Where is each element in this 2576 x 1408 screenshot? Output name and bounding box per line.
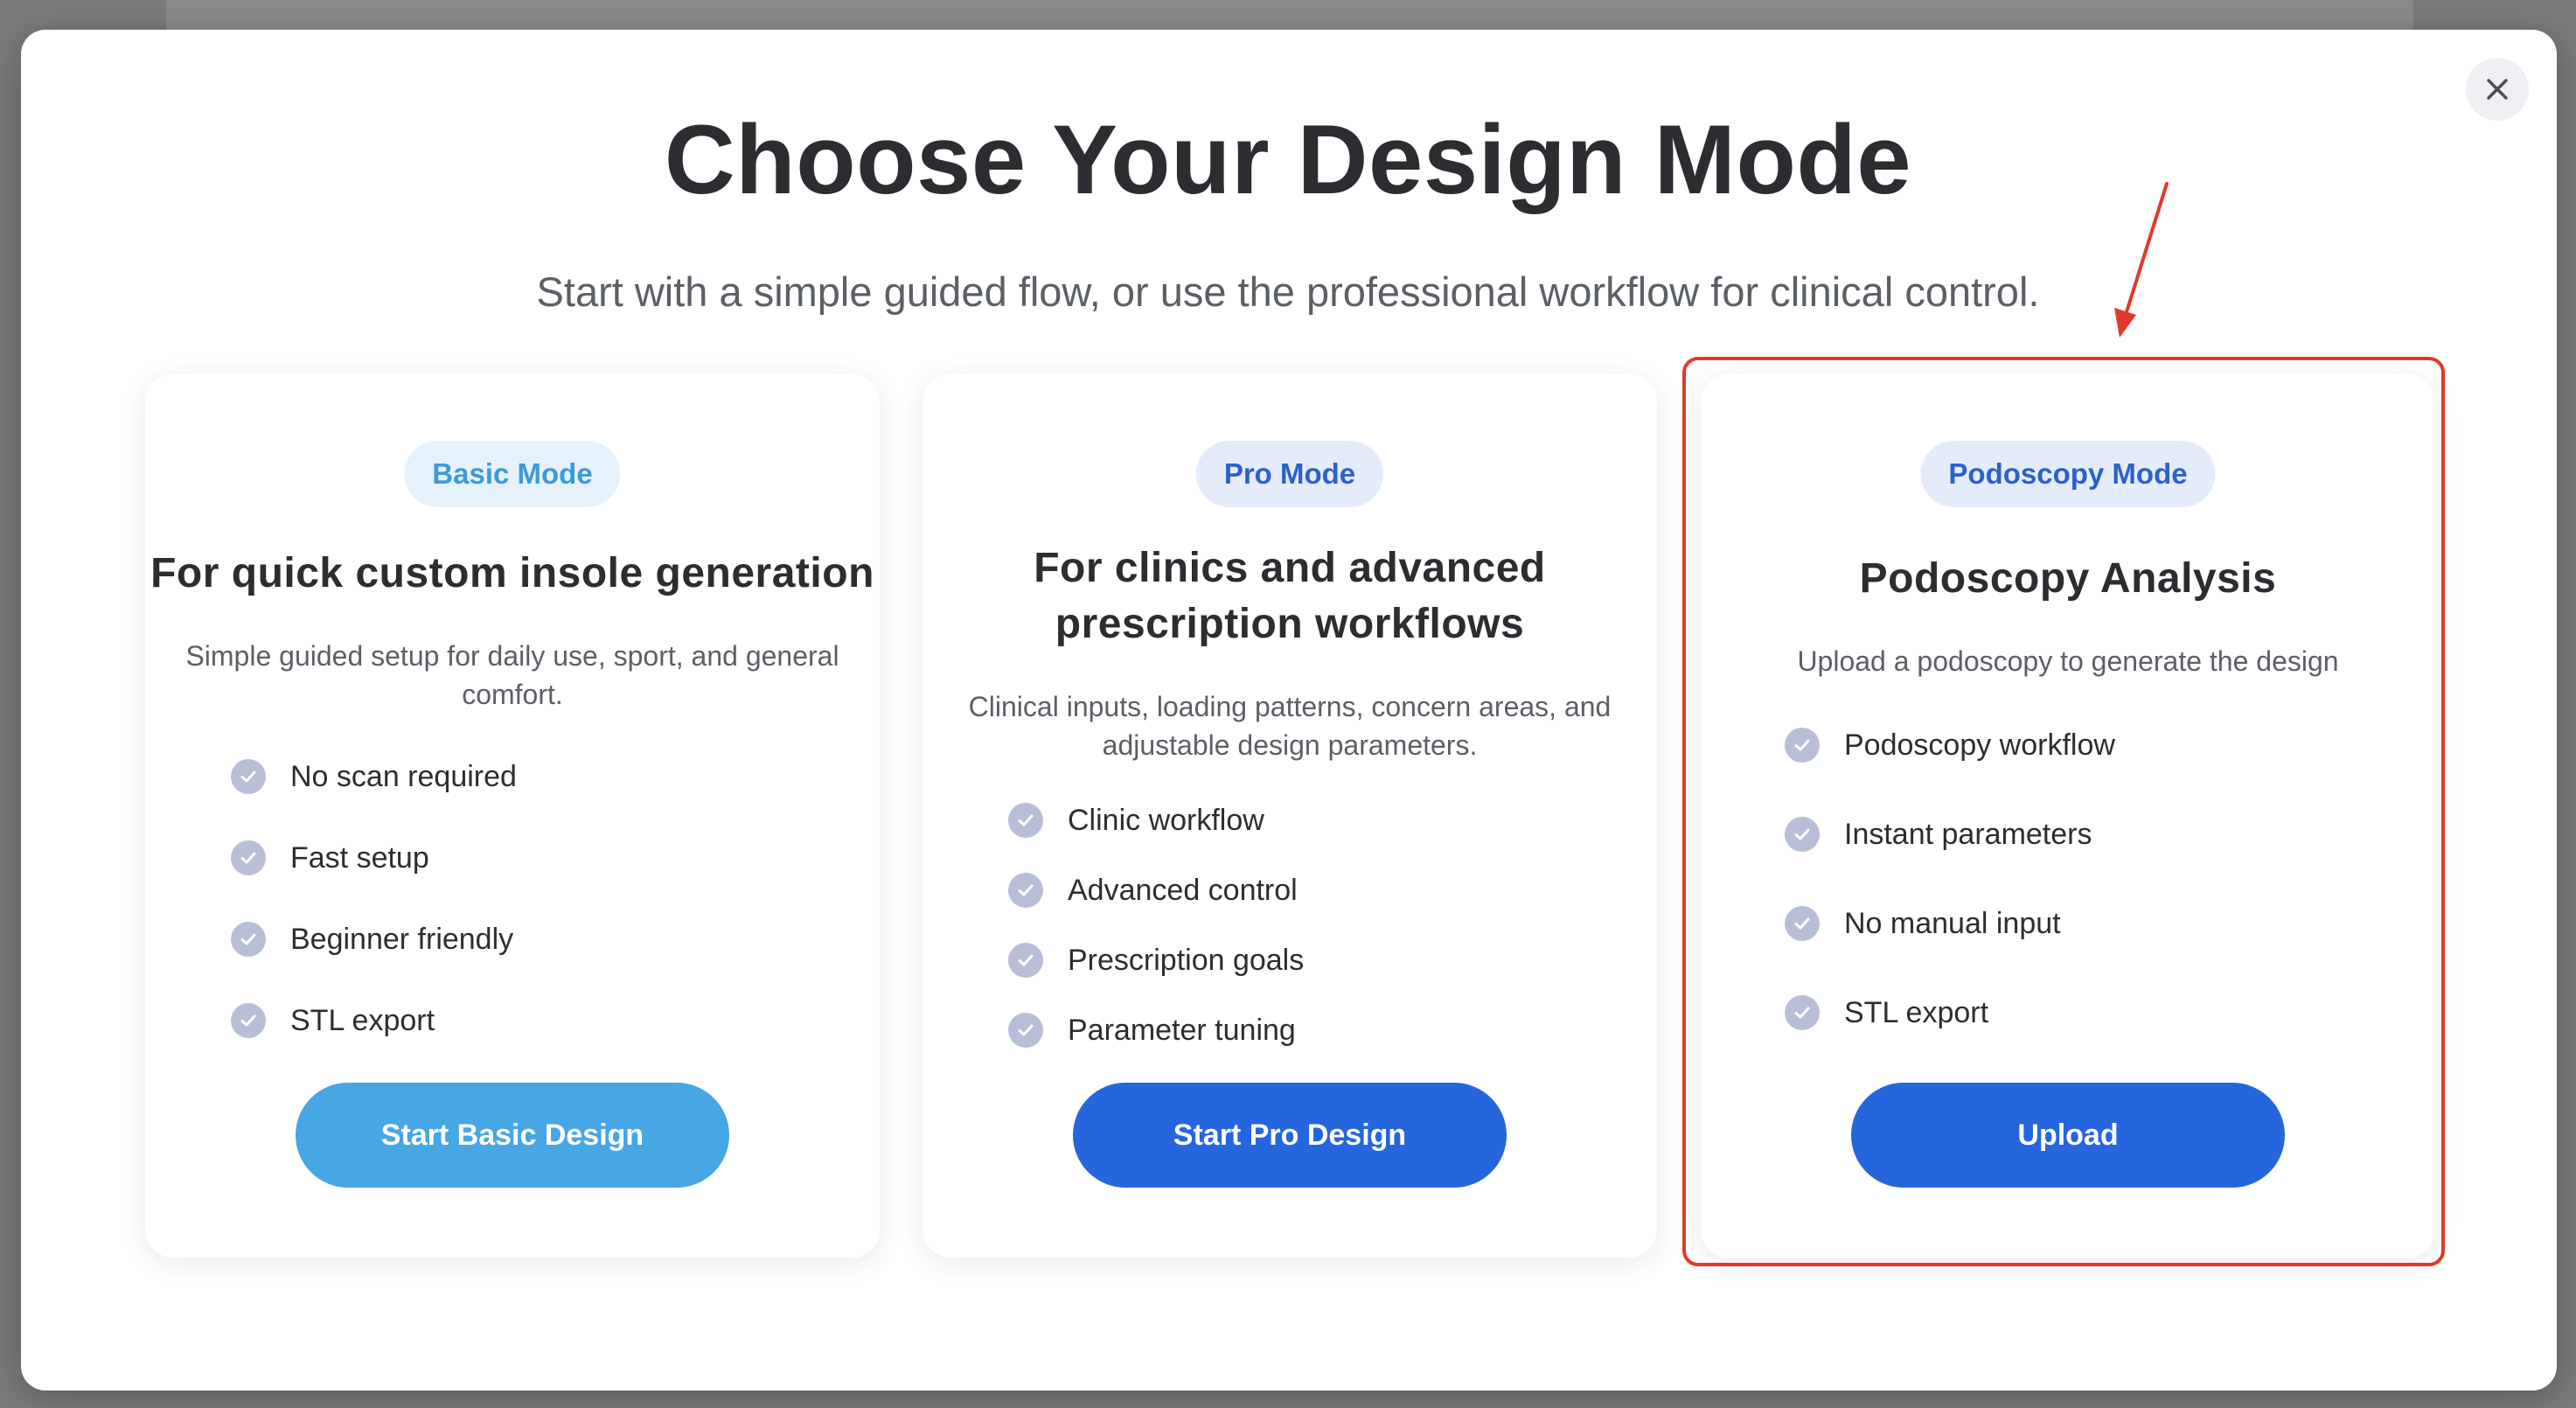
annotation-arrow: [2114, 182, 2169, 338]
